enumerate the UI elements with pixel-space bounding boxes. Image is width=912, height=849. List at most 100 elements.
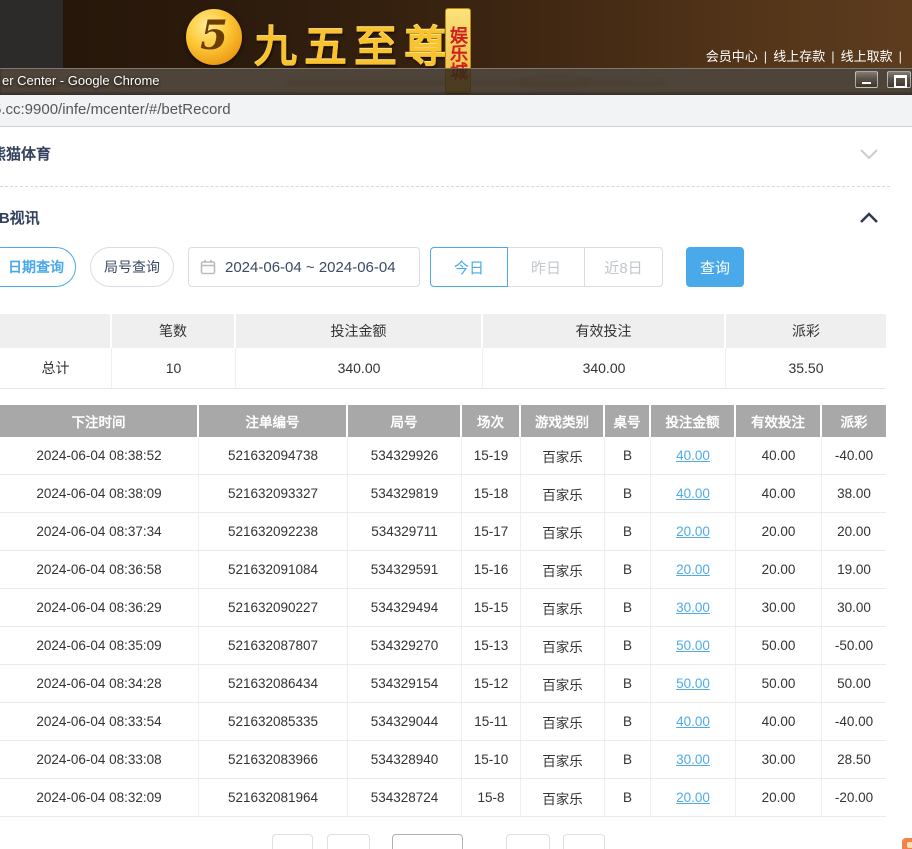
bet-amount-link[interactable]: 30.00	[676, 752, 710, 767]
floating-service-button[interactable]	[902, 838, 912, 849]
search-button[interactable]: 查询	[686, 247, 744, 287]
table-cell: 534329926	[348, 437, 462, 474]
table-row: 2024-06-04 08:38:09 521632093327 534329819…	[0, 475, 886, 513]
table-cell: 534329494	[348, 589, 462, 626]
bet-amount-link[interactable]: 30.00	[676, 600, 710, 615]
pagination-button[interactable]	[506, 834, 550, 849]
table-cell: 521632094738	[199, 437, 348, 474]
table-cell: 20.00	[736, 551, 822, 588]
calendar-icon	[200, 259, 216, 275]
table-cell: 40.00	[736, 475, 822, 512]
logo-mark: 5	[200, 12, 228, 59]
summary-row: 总计 10 340.00 340.00 35.50	[0, 348, 886, 389]
pagination-button[interactable]	[327, 834, 370, 849]
table-row: 2024-06-04 08:36:29 521632090227 534329494…	[0, 589, 886, 627]
nav-link[interactable]: 线上取款	[841, 49, 893, 64]
table-cell: 40.00	[651, 703, 736, 740]
table-cell: 百家乐	[521, 741, 605, 778]
bet-amount-link[interactable]: 50.00	[676, 638, 710, 653]
bet-amount-link[interactable]: 20.00	[676, 790, 710, 805]
date-query-tab[interactable]: 日期查询	[0, 247, 76, 287]
table-cell: 30.00	[736, 589, 822, 626]
table-cell: 38.00	[837, 486, 871, 501]
table-row: 2024-06-04 08:37:34 521632092238 534329711…	[0, 513, 886, 551]
section-panda-sports[interactable]: 熊猫体育	[0, 143, 51, 164]
bet-amount-link[interactable]: 40.00	[676, 448, 710, 463]
table-cell: B	[605, 703, 651, 740]
bet-header-cell: 投注金额	[651, 405, 736, 437]
table-row: 2024-06-04 08:35:09 521632087807 534329270…	[0, 627, 886, 665]
table-cell: 521632087807	[199, 627, 348, 664]
section-divider	[0, 186, 890, 187]
table-cell: B	[605, 551, 651, 588]
summary-cell: 10	[112, 348, 236, 388]
table-cell: 521632091084	[199, 551, 348, 588]
bet-amount-link[interactable]: 20.00	[676, 562, 710, 577]
table-cell: 15-10	[462, 741, 521, 778]
chevron-up-icon[interactable]	[860, 210, 878, 228]
table-cell: 百家乐	[521, 779, 605, 816]
table-cell: 40.00	[651, 475, 736, 512]
table-cell: 50.00	[837, 676, 871, 691]
table-cell: B	[605, 741, 651, 778]
table-cell: -40.00	[834, 714, 874, 729]
table-cell: -50.00	[834, 638, 874, 653]
bet-amount-link[interactable]: 20.00	[676, 524, 710, 539]
bet-records-table: 下注时间 注单编号 局号 场次 游戏类别 桌号 投注金额 有效投注 派彩 2024-06-04 …	[0, 405, 886, 817]
summary-header-cell: 笔数	[112, 314, 236, 348]
table-cell: 521632092238	[199, 513, 348, 550]
table-cell: 2024-06-04 08:36:58	[0, 551, 199, 588]
yesterday-button[interactable]: 昨日	[507, 247, 585, 287]
bet-header-cell: 桌号	[605, 405, 651, 437]
bet-amount-link[interactable]: 50.00	[676, 676, 710, 691]
pagination-page-input[interactable]	[392, 834, 463, 849]
today-button[interactable]: 今日	[430, 247, 508, 287]
pagination-button[interactable]	[272, 834, 313, 849]
summary-table: 笔数 投注金额 有效投注 派彩 总计 10 340.00 340.00 35.50	[0, 314, 886, 389]
table-cell: B	[605, 779, 651, 816]
summary-header: 笔数 投注金额 有效投注 派彩	[0, 314, 886, 348]
table-cell: 15-16	[462, 551, 521, 588]
table-cell: 2024-06-04 08:33:08	[0, 741, 199, 778]
date-range-input[interactable]: 2024-06-04 ~ 2024-06-04	[188, 247, 420, 287]
pagination-button[interactable]	[563, 834, 605, 849]
table-cell: 521632085335	[199, 703, 348, 740]
bet-header-cell: 派彩	[840, 415, 868, 430]
table-cell: 30.00	[736, 741, 822, 778]
round-query-tab[interactable]: 局号查询	[90, 247, 174, 287]
nav-link[interactable]: 线上存款	[773, 49, 825, 64]
logo-circle-icon: 5	[186, 9, 242, 65]
table-cell: B	[605, 589, 651, 626]
bet-amount-link[interactable]: 40.00	[676, 714, 710, 729]
table-cell: 2024-06-04 08:33:54	[0, 703, 199, 740]
table-cell: B	[605, 627, 651, 664]
bet-header-cell: 下注时间	[0, 405, 199, 437]
last8days-button[interactable]: 近8日	[584, 247, 663, 287]
bet-table-header: 下注时间 注单编号 局号 场次 游戏类别 桌号 投注金额 有效投注 派彩	[0, 405, 886, 437]
table-cell: 百家乐	[521, 627, 605, 664]
table-cell: 521632083966	[199, 741, 348, 778]
nav-link[interactable]: 会员中心	[706, 49, 758, 64]
table-cell: 15-13	[462, 627, 521, 664]
nav-separator: |	[763, 49, 768, 64]
table-row: 2024-06-04 08:32:09 521632081964 534328724…	[0, 779, 886, 817]
section-bb-video[interactable]: BB视讯	[0, 207, 40, 228]
quick-range-group: 今日 昨日 近8日	[430, 247, 663, 287]
corner-block	[0, 0, 63, 68]
table-cell: 15-8	[462, 779, 521, 816]
window-minimize-button[interactable]	[855, 71, 878, 88]
bet-amount-link[interactable]: 40.00	[676, 486, 710, 501]
chevron-down-icon[interactable]	[860, 147, 878, 165]
chrome-urlbar[interactable]: 5.cc:9900/infe/mcenter/#/betRecord	[0, 95, 912, 127]
table-cell: 521632090227	[199, 589, 348, 626]
table-cell: B	[605, 665, 651, 702]
table-cell: 15-11	[462, 703, 521, 740]
table-row: 2024-06-04 08:36:58 521632091084 534329591…	[0, 551, 886, 589]
table-cell: 50.00	[651, 665, 736, 702]
table-cell: B	[605, 513, 651, 550]
table-cell: 百家乐	[521, 437, 605, 474]
table-cell: 534328940	[348, 741, 462, 778]
table-cell: 50.00	[736, 665, 822, 702]
table-cell: 534329591	[348, 551, 462, 588]
window-maximize-button[interactable]	[887, 71, 911, 88]
